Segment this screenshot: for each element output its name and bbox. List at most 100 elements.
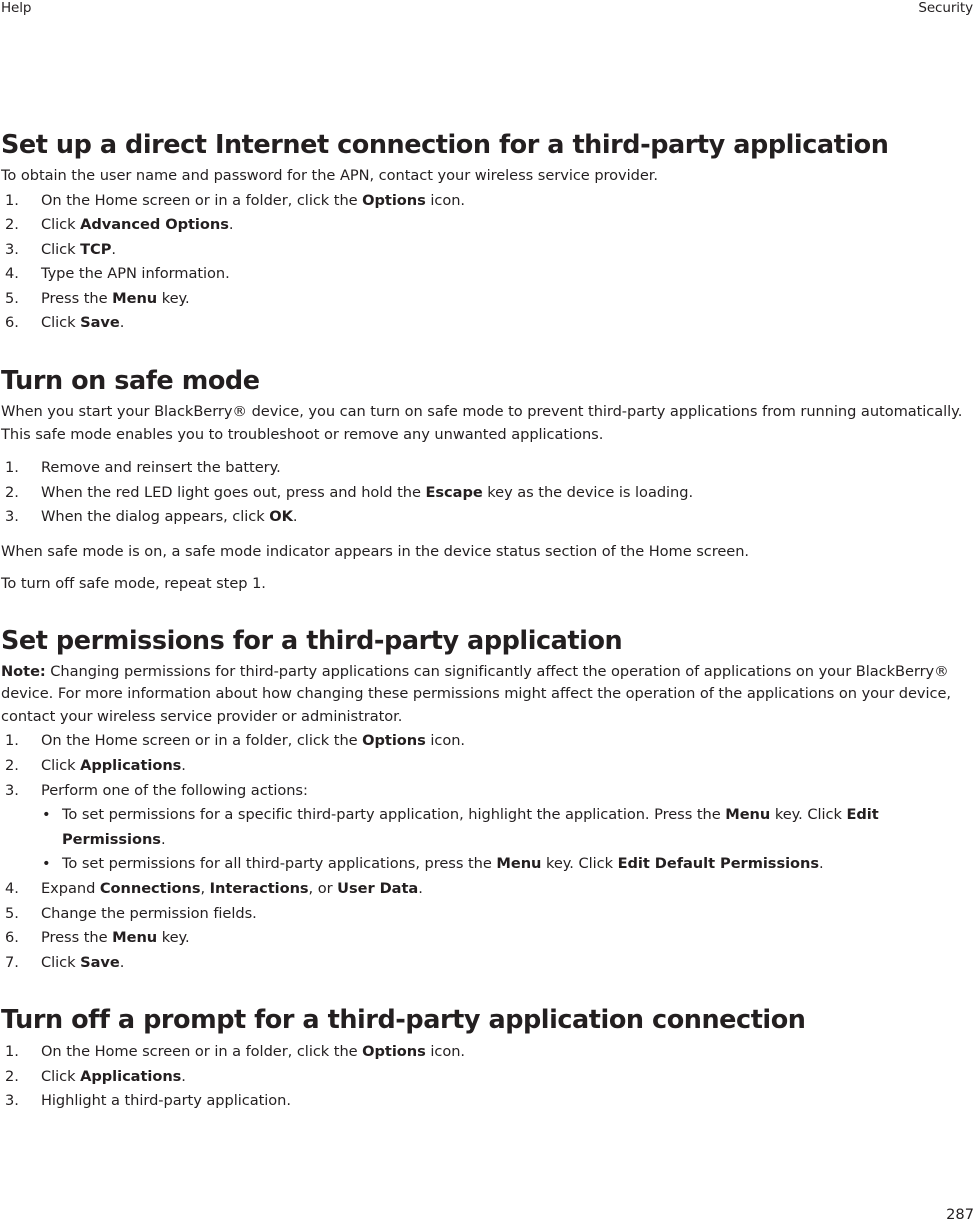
step-text-bold: Menu [112, 289, 158, 307]
step-item: 2. Click Applications. [1, 754, 975, 779]
step-number: 3. [5, 1092, 19, 1110]
header-left-label: Help [1, 0, 32, 16]
step-number: 3. [5, 240, 19, 258]
step-text-post: key. [157, 289, 190, 307]
step-text-pre: Click [41, 240, 81, 258]
step-text-pre: Click [41, 1067, 81, 1085]
step-text-bold: Applications [80, 756, 182, 774]
step-item: 4. Expand Connections, Interactions, or … [1, 877, 975, 902]
bullet-icon: • [42, 806, 51, 824]
section-direct-internet-connection: Set up a direct Internet connection for … [1, 130, 975, 336]
step-text-post: . [111, 240, 116, 258]
substep-text-pre: To set permissions for a specific third-… [62, 806, 726, 824]
step-text-pre: Highlight a third-party application. [41, 1092, 291, 1110]
section-outro-paragraph: To turn off safe mode, repeat step 1. [1, 575, 266, 593]
step-text-pre: Click [41, 216, 81, 234]
note-text: Changing permissions for third-party app… [1, 662, 952, 725]
section-outro-paragraph: When safe mode is on, a safe mode indica… [1, 542, 750, 560]
step-text-post: . [119, 953, 125, 971]
step-item: 2. When the red LED light goes out, pres… [1, 481, 975, 506]
step-text-bold: Menu [112, 929, 158, 947]
step-item: 6. Press the Menu key. [1, 926, 975, 951]
step-item: 3. Highlight a third-party application. [1, 1089, 975, 1114]
substep-text-post: . [160, 830, 166, 848]
step-text-pre: Press the [41, 929, 113, 947]
step-text-pre: Type the APN information. [41, 265, 230, 283]
step-text-bold-1: Connections [99, 879, 201, 897]
substep-text-mid: key. Click [770, 806, 847, 824]
step-text-pre: Perform one of the following actions: [41, 781, 308, 799]
step-text-mid-1: , [200, 879, 210, 897]
step-text-post: icon. [425, 191, 465, 209]
step-text-pre: Press the [41, 289, 113, 307]
step-item: 7. Click Save. [1, 951, 975, 976]
step-text-pre: When the dialog appears, click [41, 508, 270, 526]
step-text-bold-3: User Data [337, 879, 419, 897]
document-page: Help Security Set up a direct Internet c… [0, 0, 976, 1228]
step-text-pre: When the red LED light goes out, press a… [41, 483, 426, 501]
substep-text-pre: To set permissions for all third-party a… [62, 855, 497, 873]
step-text-post: icon. [425, 1043, 465, 1061]
section-set-permissions: Set permissions for a third-party applic… [1, 626, 975, 975]
step-number: 2. [5, 756, 19, 774]
step-number: 1. [5, 459, 19, 477]
section-turn-off-prompt: Turn off a prompt for a third-party appl… [1, 1005, 975, 1114]
step-text-pre: Change the permission fields. [41, 904, 257, 922]
step-text-post: key as the device is loading. [482, 483, 694, 501]
steps-list: 1. On the Home screen or in a folder, cl… [1, 1040, 975, 1114]
step-number: 4. [5, 265, 19, 283]
step-text-pre: On the Home screen or in a folder, click… [41, 191, 363, 209]
section-intro-paragraph: When you start your BlackBerry® device, … [1, 403, 963, 443]
step-item: 6. Click Save. [1, 311, 975, 336]
step-item: 3. Perform one of the following actions:… [1, 779, 975, 877]
document-content: Set up a direct Internet connection for … [1, 130, 975, 1114]
step-number: 2. [5, 216, 19, 234]
step-text-bold: Applications [80, 1067, 182, 1085]
step-text-post: icon. [425, 732, 465, 750]
step-item: 1. On the Home screen or in a folder, cl… [1, 1040, 975, 1065]
section-title: Turn off a prompt for a third-party appl… [1, 1005, 806, 1036]
step-text-bold-2: Interactions [209, 879, 309, 897]
header-right-label: Security [918, 0, 973, 16]
step-number: 6. [5, 929, 19, 947]
step-text-bold: Save [80, 953, 120, 971]
step-text-post: . [418, 879, 423, 897]
step-text-bold: OK [269, 508, 293, 526]
step-text-pre: Click [41, 756, 81, 774]
substep-item: • To set permissions for all third-party… [41, 852, 975, 877]
step-item: 1. On the Home screen or in a folder, cl… [1, 729, 975, 754]
substep-text-bold-1: Menu [496, 855, 542, 873]
step-number: 3. [5, 508, 19, 526]
running-header: Help Security [0, 0, 974, 22]
step-item: 3. Click TCP. [1, 238, 975, 263]
step-text-bold: Options [362, 191, 426, 209]
step-item: 5. Change the permission fields. [1, 902, 975, 927]
step-text-bold: Options [362, 1043, 426, 1061]
step-text-bold: Options [362, 732, 426, 750]
page-number: 287 [946, 1206, 974, 1223]
note-label: Note: [1, 662, 46, 680]
step-number: 5. [5, 904, 19, 922]
section-intro-paragraph: To obtain the user name and password for… [1, 167, 658, 184]
section-note-paragraph: Note: Changing permissions for third-par… [1, 661, 975, 729]
steps-list: 1. On the Home screen or in a folder, cl… [1, 729, 975, 975]
substep-text-bold-2: Edit Default Permissions [617, 855, 819, 873]
step-item: 3. When the dialog appears, click OK. [1, 505, 975, 530]
step-text-post: . [292, 508, 298, 526]
substep-text-bold-1: Menu [725, 806, 771, 824]
step-number: 1. [5, 1043, 19, 1061]
section-title: Set permissions for a third-party applic… [1, 625, 623, 656]
step-text-pre: Click [41, 953, 81, 971]
step-item: 1. On the Home screen or in a folder, cl… [1, 189, 975, 214]
step-item: 2. Click Applications. [1, 1065, 975, 1090]
section-title: Turn on safe mode [1, 366, 260, 397]
step-text-post: key. [157, 929, 190, 947]
section-turn-on-safe-mode: Turn on safe mode When you start your Bl… [1, 366, 975, 596]
step-number: 5. [5, 289, 19, 307]
step-text-pre: On the Home screen or in a folder, click… [41, 732, 363, 750]
step-text-bold: Advanced Options [80, 216, 229, 234]
bullet-icon: • [42, 855, 51, 873]
step-text-bold: Save [80, 314, 120, 332]
step-number: 6. [5, 314, 19, 332]
steps-list: 1. Remove and reinsert the battery. 2. W… [1, 456, 975, 530]
